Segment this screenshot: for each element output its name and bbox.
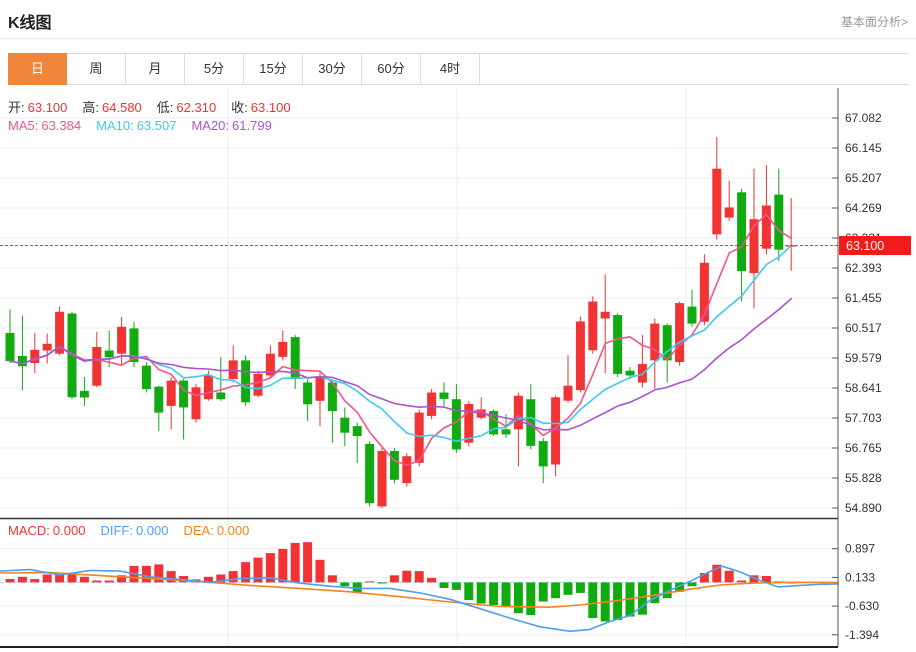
svg-text:-1.394: -1.394 (845, 628, 879, 642)
dea-value: 0.000 (217, 523, 250, 538)
svg-text:55.828: 55.828 (845, 471, 882, 485)
kline-page: K线图 基本面分析> 日 周 月 5分 15分 30分 60分 4时 67.08… (0, 0, 916, 652)
svg-text:0.133: 0.133 (845, 570, 875, 584)
ma20-label: MA20: (191, 118, 229, 133)
ma5-value: 63.384 (41, 118, 81, 133)
ma-readout: MA5:63.384 MA10:63.507 MA20:61.799 (8, 118, 287, 133)
ma-lines (10, 214, 791, 465)
svg-text:65.207: 65.207 (845, 171, 882, 185)
macd-label: MACD: (8, 523, 50, 538)
svg-text:60.517: 60.517 (845, 321, 882, 335)
svg-text:61.455: 61.455 (845, 291, 882, 305)
svg-text:0.897: 0.897 (845, 542, 875, 556)
svg-text:-0.630: -0.630 (845, 599, 879, 613)
ma20-value: 61.799 (232, 118, 272, 133)
svg-text:54.890: 54.890 (845, 501, 882, 515)
svg-text:67.082: 67.082 (845, 111, 882, 125)
svg-text:59.579: 59.579 (845, 351, 882, 365)
candles (6, 137, 796, 508)
diff-label: DIFF: (100, 523, 133, 538)
svg-text:58.641: 58.641 (845, 381, 882, 395)
svg-text:62.393: 62.393 (845, 261, 882, 275)
diff-value: 0.000 (136, 523, 169, 538)
ma5-label: MA5: (8, 118, 38, 133)
svg-text:66.145: 66.145 (845, 141, 882, 155)
price-axis: 67.08266.14565.20764.26963.33162.39361.4… (0, 88, 882, 647)
close-label: 收: (231, 100, 248, 115)
svg-text:63.100: 63.100 (846, 239, 884, 253)
ohlc-readout: 开:63.100高:64.580低:62.310收:63.100 (8, 97, 306, 116)
svg-text:57.703: 57.703 (845, 411, 882, 425)
close-value: 63.100 (251, 100, 291, 115)
dea-label: DEA: (183, 523, 213, 538)
macd-value: 0.000 (53, 523, 86, 538)
macd-readout: MACD:0.000DIFF:0.000DEA:0.000 (8, 523, 264, 538)
low-value: 62.310 (176, 100, 216, 115)
macd-panel (0, 542, 838, 631)
last-price-marker: 63.100 (839, 236, 911, 255)
svg-text:56.765: 56.765 (845, 441, 882, 455)
high-value: 64.580 (102, 100, 142, 115)
open-value: 63.100 (28, 100, 68, 115)
open-label: 开: (8, 100, 25, 115)
low-label: 低: (157, 100, 174, 115)
ma10-label: MA10: (96, 118, 134, 133)
high-label: 高: (82, 100, 99, 115)
svg-text:64.269: 64.269 (845, 201, 882, 215)
ma10-value: 63.507 (137, 118, 177, 133)
